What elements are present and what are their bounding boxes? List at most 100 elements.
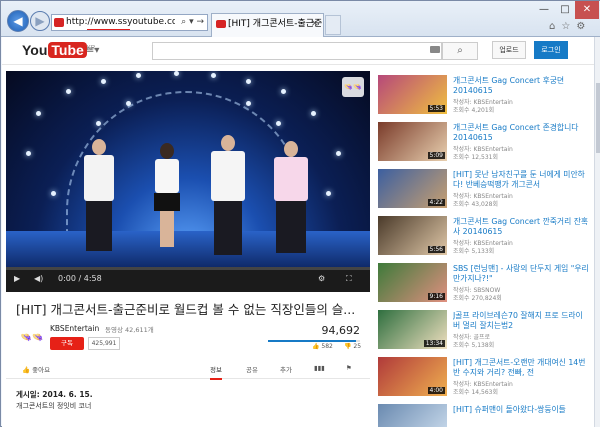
tab-youtube-favicon-icon (216, 20, 226, 28)
search-button[interactable]: ⌕ (442, 42, 478, 60)
performer-1 (84, 139, 114, 251)
stage-light (66, 89, 71, 94)
player-controls: ▶ ◀) 0:00 / 4:58 ⚙ ⛶ (6, 270, 370, 292)
stage-light (96, 121, 101, 126)
recommended-item[interactable]: 4:00 [HIT] 개그콘서트-오랜만 개대여신 14번반 수지와 거리? 전빠… (378, 353, 592, 399)
dislike-count[interactable]: 👎 25 (344, 343, 361, 350)
stage-light (246, 101, 251, 106)
tab-about[interactable]: 정보 (210, 364, 222, 380)
publish-date: 게시일: 2014. 6. 15. (16, 390, 93, 399)
guide-menu-icon[interactable]: ≡▾ (86, 45, 99, 56)
time-display: 0:00 / 4:58 (58, 274, 102, 283)
stage-light (336, 151, 341, 156)
performer-2 (154, 143, 180, 247)
recommended-title[interactable]: 개그콘서트 Gag Concert 깐죽거리 잔혹사 20140615 (453, 217, 589, 237)
login-button[interactable]: 로그인 (534, 41, 568, 59)
back-arrow-icon: ◀ (13, 14, 23, 28)
recommended-item[interactable]: 13:34 J골프 라이브레슨70 잘해지 프로 드라이버 멀리 잘치는법2 작성자… (378, 306, 592, 352)
duration-badge: 4:00 (427, 387, 445, 394)
keyboard-icon[interactable] (430, 46, 440, 53)
channel-name[interactable]: KBSEntertain (50, 324, 99, 333)
recommended-title[interactable]: 개그콘서트 Gag Concert 후궁뎐 20140615 (453, 76, 589, 96)
like-count[interactable]: 👍 582 (312, 343, 333, 350)
play-icon[interactable]: ▶ (14, 274, 20, 283)
recommended-views: 조회수 43,028회 (453, 201, 498, 208)
duration-badge: 13:34 (423, 340, 445, 347)
video-thumbnail[interactable]: 9:16 (378, 263, 447, 302)
recommended-title[interactable]: [HIT] 못난 남자친구를 둔 너에게 미안하다! 반베승떡팽가 개그콘서 (453, 170, 589, 190)
stage-light (211, 73, 216, 78)
like-button[interactable]: 👍 좋아요 (22, 364, 50, 374)
video-thumbnail[interactable]: 4:22 (378, 169, 447, 208)
minimize-button[interactable]: — (533, 1, 555, 19)
video-player[interactable]: 👒👒 ▶ ◀) 0:00 / 4:58 ⚙ ⛶ (6, 71, 370, 292)
scrollbar-thumb[interactable] (596, 83, 600, 153)
forward-arrow-icon: ▶ (35, 14, 45, 28)
masthead: You Tube KR ≡▾ ⌕ 업로드 로그인 (2, 37, 594, 65)
subscriber-count: 425,991 (88, 337, 120, 350)
subscribe-button[interactable]: 구독 (50, 337, 84, 350)
maximize-button[interactable]: □ (555, 1, 575, 19)
home-favorites-tools-icons[interactable]: ⌂☆⚙ (549, 21, 591, 32)
duration-badge: 5:53 (427, 105, 445, 112)
stats-icon[interactable]: ▮▮▮ (314, 364, 325, 372)
tab-share[interactable]: 공유 (246, 364, 258, 374)
page-scrollbar[interactable] (594, 37, 600, 427)
performer-3 (211, 135, 245, 255)
stage-light (36, 111, 41, 116)
close-window-button[interactable]: ✕ (575, 1, 599, 19)
settings-icon[interactable]: ⚙ (318, 274, 325, 283)
fullscreen-icon[interactable]: ⛶ (346, 274, 352, 284)
search-input[interactable] (152, 42, 442, 60)
video-thumbnail[interactable]: 4:00 (378, 357, 447, 396)
stage-light (101, 79, 106, 84)
recommended-title[interactable]: [HIT] 슈퍼맨이 돌아왔다-쌍둥이들 (453, 405, 589, 415)
video-title: [HIT] 개그콘서트-출근준비로 월드컵 볼 수 없는 직장인들의 슬... (16, 302, 356, 317)
video-frame: 👒👒 (6, 71, 370, 267)
youtube-logo[interactable]: You Tube KR (22, 42, 95, 60)
new-tab-button[interactable] (325, 15, 341, 35)
url-underline-annotation (87, 29, 130, 30)
address-tools[interactable]: ⌕ ▾ → (175, 14, 208, 31)
tab-title: [HIT] 개그콘서트-출근준비... (228, 19, 323, 29)
channel-video-count[interactable]: 동영상 42,611개 (105, 324, 154, 334)
duration-badge: 5:56 (427, 246, 445, 253)
recommended-title[interactable]: J골프 라이브레슨70 잘해지 프로 드라이버 멀리 잘치는법2 (453, 311, 589, 331)
recommended-views: 조회수 5,138회 (453, 342, 495, 349)
flag-icon[interactable]: ⚑ (346, 364, 352, 372)
channel-watermark: 👒👒 (342, 77, 364, 97)
youtube-favicon-icon (54, 18, 64, 27)
duration-badge: 4:22 (427, 199, 445, 206)
tab-close-icon[interactable]: × (311, 14, 319, 34)
recommended-title[interactable]: SBS [런닝맨] - 사랑의 단두지 게임 "우리 만가지나?!" (453, 264, 589, 284)
video-thumbnail[interactable]: 5:53 (378, 75, 447, 114)
stage-light (51, 191, 56, 196)
search-icon: ⌕ (457, 45, 463, 56)
stage-light (276, 121, 281, 126)
back-button[interactable]: ◀ (7, 10, 29, 32)
recommended-item[interactable]: [HIT] 슈퍼맨이 돌아왔다-쌍둥이들 (378, 400, 592, 427)
stage-light (174, 71, 179, 76)
recommended-item[interactable]: 4:22 [HIT] 못난 남자친구를 둔 너에게 미안하다! 반베승떡팽가 개그… (378, 165, 592, 211)
video-thumbnail[interactable]: 13:34 (378, 310, 447, 349)
browser-tab[interactable]: [HIT] 개그콘서트-출근준비... × (211, 13, 324, 37)
forward-button[interactable]: ▶ (30, 11, 50, 31)
recommended-title[interactable]: [HIT] 개그콘서트-오랜만 개대여신 14번반 수지와 거리? 전빠, 전 (453, 358, 589, 378)
stage-light (126, 101, 131, 106)
video-thumbnail[interactable]: 5:56 (378, 216, 447, 255)
recommended-views: 조회수 14,563회 (453, 389, 498, 396)
recommended-views: 조회수 5,133회 (453, 248, 495, 255)
video-thumbnail[interactable] (378, 404, 447, 427)
upload-button[interactable]: 업로드 (492, 41, 526, 59)
recommended-item[interactable]: 5:56 개그콘서트 Gag Concert 깐죽거리 잔혹사 20140615 작… (378, 212, 592, 258)
video-thumbnail[interactable]: 5:09 (378, 122, 447, 161)
volume-icon[interactable]: ◀) (34, 274, 43, 283)
duration-badge: 5:09 (427, 152, 445, 159)
recommended-title[interactable]: 개그콘서트 Gag Concert 존경합니다 20140615 (453, 123, 589, 143)
recommended-item[interactable]: 9:16 SBS [런닝맨] - 사랑의 단두지 게임 "우리 만가지나?!" 작성… (378, 259, 592, 305)
recommended-item[interactable]: 5:53 개그콘서트 Gag Concert 후궁뎐 20140615 작성자: K… (378, 71, 592, 117)
recommended-item[interactable]: 5:09 개그콘서트 Gag Concert 존경합니다 20140615 작성자:… (378, 118, 592, 164)
channel-avatar[interactable]: 👒👒 (20, 326, 44, 350)
tab-add-to[interactable]: 추가 (280, 364, 292, 374)
view-count: 94,692 (321, 324, 361, 337)
